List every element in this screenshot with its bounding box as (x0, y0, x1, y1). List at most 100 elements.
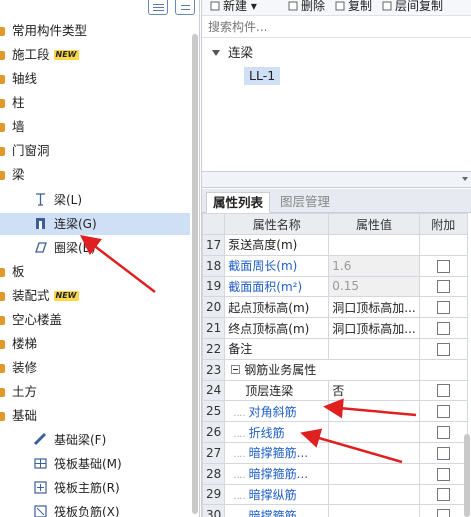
property-value[interactable] (328, 504, 420, 517)
new-button[interactable]: 新建 ▾ (210, 0, 257, 14)
tree-scrollbar[interactable] (191, 24, 199, 517)
extra-checkbox[interactable] (436, 467, 450, 481)
tree-item[interactable]: 常用构件类型 (0, 20, 190, 42)
property-row[interactable]: 25 对角斜筋 (201, 400, 468, 423)
tree-item-label: 圈梁(B) (54, 241, 96, 255)
tree-item[interactable]: 基础梁(F) (0, 429, 190, 451)
extra-checkbox[interactable] (436, 280, 450, 294)
tree-item[interactable]: 门窗洞 (0, 140, 190, 162)
tree-item[interactable]: 土方 (0, 381, 190, 403)
property-row[interactable]: 20 起点顶标高(m) 洞口顶标高加... (201, 296, 468, 319)
tree-item[interactable]: 楼梯 (0, 333, 190, 355)
property-value[interactable]: 1.6 (328, 254, 420, 277)
copy-button[interactable]: 复制 (335, 0, 372, 14)
property-row[interactable]: 29 暗撑纵筋 (201, 483, 468, 506)
row-number: 23 (201, 358, 226, 381)
tree-item[interactable]: 筏板负筋(X) (0, 501, 190, 517)
extra-checkbox[interactable] (436, 488, 450, 502)
category-marker-icon (0, 123, 5, 132)
list-view-icon[interactable] (148, 0, 168, 15)
search-input[interactable] (202, 17, 452, 37)
properties-scrollbar[interactable] (463, 434, 471, 517)
property-name-cell: 泵送高度(m) (224, 234, 330, 256)
tree-item[interactable]: 梁(L) (0, 189, 190, 211)
tree-node-root[interactable]: 连梁 (212, 44, 253, 62)
extra-checkbox[interactable] (436, 405, 450, 419)
property-value[interactable] (328, 400, 420, 423)
property-value[interactable] (328, 462, 420, 485)
tree-item-label: 施工段 (12, 47, 50, 62)
tree-item[interactable]: 墙 (0, 116, 190, 138)
tree-item[interactable]: 圈梁(B) (0, 237, 190, 259)
property-value[interactable] (328, 337, 420, 360)
row-number: 29 (201, 483, 226, 506)
row-number: 30 (201, 504, 226, 517)
property-row[interactable]: 23 钢筋业务属性 (201, 358, 468, 381)
tree-item[interactable]: 梁 (0, 164, 190, 186)
property-row[interactable]: 17 泵送高度(m) (201, 234, 468, 256)
extra-checkbox[interactable] (436, 509, 450, 517)
new-badge: NEW (53, 291, 79, 301)
property-row[interactable]: 18 截面周长(m) 1.6 (201, 254, 468, 277)
raft-main-rebar-icon (34, 481, 47, 494)
collapse-icon[interactable] (231, 365, 241, 375)
delete-button[interactable]: 删除 (288, 0, 325, 14)
row-number: 20 (201, 296, 226, 319)
property-value[interactable]: 洞口顶标高加... (328, 317, 420, 339)
extra-checkbox[interactable] (436, 342, 450, 356)
tab-layer-management[interactable]: 图层管理 (274, 192, 336, 213)
property-value[interactable]: 0.15 (328, 275, 420, 298)
extra-checkbox[interactable] (436, 301, 450, 315)
property-value[interactable] (328, 234, 420, 256)
floor-copy-button[interactable]: 层间复制 (382, 0, 443, 14)
property-row[interactable]: 26 折线筋 (201, 421, 468, 443)
property-value[interactable] (328, 483, 420, 506)
property-row[interactable]: 19 截面面积(m²) 0.15 (201, 275, 468, 298)
tree-item[interactable]: 柱 (0, 92, 190, 114)
property-name: 对角斜筋 (248, 404, 297, 419)
property-name: 折线筋 (248, 425, 285, 440)
tree-item-label: 基础 (12, 408, 38, 423)
property-row[interactable]: 27 暗撑箍筋... (201, 441, 468, 464)
property-row[interactable]: 22 备注 (201, 337, 468, 360)
extra-checkbox[interactable] (436, 259, 450, 273)
property-value[interactable]: 否 (328, 379, 420, 402)
tree-item[interactable]: 装修 (0, 357, 190, 379)
tree-item[interactable]: 连梁(G) (0, 213, 190, 235)
panel-menu-icon[interactable] (462, 177, 468, 181)
property-row[interactable]: 28 暗撑箍筋... (201, 462, 468, 485)
tree-item[interactable]: 轴线 (0, 68, 190, 90)
tree-item-label: 筏板主筋(R) (54, 481, 120, 495)
new-icon (210, 1, 220, 11)
row-number: 24 (201, 379, 226, 402)
extra-cell (418, 504, 468, 517)
category-marker-icon (0, 412, 5, 421)
tab-property-list[interactable]: 属性列表 (206, 192, 271, 213)
property-row[interactable]: 24 顶层连梁 否 (201, 379, 468, 402)
tree-item[interactable]: 施工段 NEW (0, 44, 190, 66)
tree-item[interactable]: 空心楼盖 (0, 309, 190, 331)
property-value[interactable] (328, 421, 420, 443)
extra-checkbox[interactable] (436, 322, 450, 336)
property-value[interactable] (328, 441, 420, 464)
property-row[interactable]: 30 暗撑箍筋 (201, 504, 468, 517)
extra-checkbox[interactable] (436, 446, 450, 460)
card-view-icon[interactable] (175, 0, 195, 15)
property-name: 暗撑箍筋... (248, 446, 309, 461)
extra-checkbox[interactable] (436, 426, 450, 440)
property-name: 暗撑箍筋... (248, 467, 309, 482)
extra-checkbox[interactable] (436, 384, 450, 398)
tree-item[interactable]: 板 (0, 261, 190, 283)
property-value[interactable]: 洞口顶标高加... (328, 296, 420, 319)
extra-cell (418, 483, 468, 506)
property-row[interactable]: 21 终点顶标高(m) 洞口顶标高加... (201, 317, 468, 339)
tree-item[interactable]: 筏板主筋(R) (0, 477, 190, 499)
expand-arrow-icon[interactable] (212, 50, 220, 56)
tree-node-ll1[interactable]: LL-1 (244, 67, 281, 85)
tree-item[interactable]: 筏板基础(M) (0, 453, 190, 475)
delete-button-label: 删除 (301, 0, 326, 13)
tree-item[interactable]: 装配式 NEW (0, 285, 190, 307)
property-name: 截面面积(m²) (228, 279, 303, 294)
tree-item[interactable]: 基础 (0, 405, 190, 427)
panel-header (202, 172, 471, 188)
